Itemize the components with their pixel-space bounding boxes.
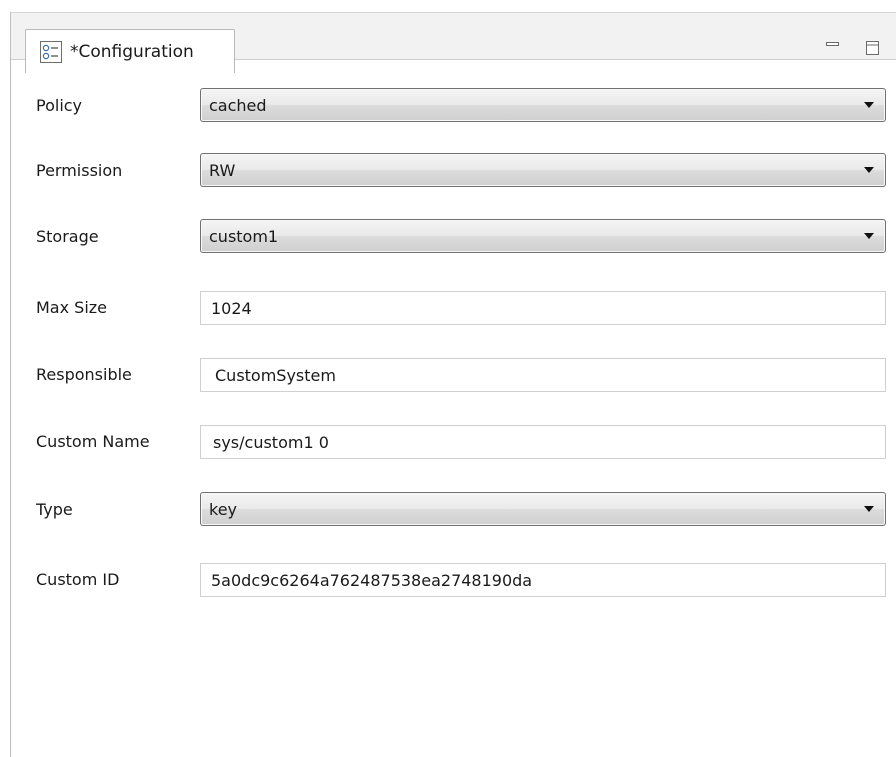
responsible-input[interactable] [200, 358, 886, 392]
max-size-label: Max Size [36, 298, 108, 317]
custom-id-label: Custom ID [36, 570, 120, 589]
tab-configuration[interactable]: *Configuration [25, 29, 235, 73]
type-label: Type [36, 500, 73, 519]
field-row-custom-id: Custom ID [36, 560, 886, 600]
maximize-button[interactable] [865, 41, 881, 55]
field-row-permission: Permission RW [36, 151, 886, 191]
permission-value: RW [209, 160, 236, 180]
field-row-max-size: Max Size [36, 288, 886, 328]
max-size-input[interactable] [200, 291, 886, 325]
field-row-storage: Storage custom1 [36, 217, 886, 257]
minimize-icon [826, 42, 839, 46]
storage-label: Storage [36, 227, 99, 246]
custom-id-input[interactable] [200, 563, 886, 597]
tab-strip: *Configuration [11, 12, 896, 73]
custom-name-input[interactable] [200, 425, 886, 459]
maximize-icon [866, 41, 879, 55]
permission-select[interactable]: RW [200, 153, 886, 187]
field-row-responsible: Responsible [36, 355, 886, 395]
field-row-type: Type key [36, 490, 886, 530]
permission-label: Permission [36, 161, 123, 180]
chevron-down-icon [864, 167, 874, 173]
chevron-down-icon [864, 233, 874, 239]
policy-label: Policy [36, 96, 83, 115]
type-value: key [209, 499, 238, 519]
custom-name-label: Custom Name [36, 432, 150, 451]
form-icon [40, 40, 62, 63]
policy-select[interactable]: cached [200, 88, 886, 122]
tab-title: *Configuration [70, 41, 194, 62]
chevron-down-icon [864, 102, 874, 108]
storage-select[interactable]: custom1 [200, 219, 886, 253]
policy-value: cached [209, 95, 267, 115]
field-row-policy: Policy cached [36, 86, 886, 126]
responsible-label: Responsible [36, 365, 132, 384]
field-row-custom-name: Custom Name [36, 422, 886, 462]
minimize-button[interactable] [825, 41, 841, 55]
type-select[interactable]: key [200, 492, 886, 526]
configuration-view: *Configuration Policy cached Permission … [0, 0, 896, 757]
chevron-down-icon [864, 506, 874, 512]
view-left-border [10, 12, 11, 757]
storage-value: custom1 [209, 226, 279, 246]
